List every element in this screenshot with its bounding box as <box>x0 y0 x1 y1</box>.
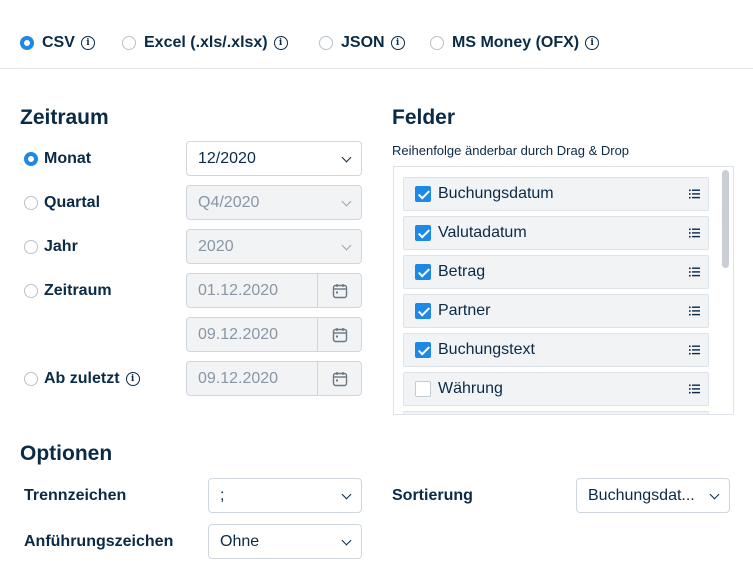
zeitraum-option-quartal[interactable]: Quartal <box>24 194 100 212</box>
calendar-icon[interactable] <box>317 274 361 307</box>
info-icon[interactable]: i <box>585 36 600 50</box>
quartal-select[interactable]: Q4/2020 <box>186 185 362 220</box>
zeitraum-option-ab-zuletzt[interactable]: Ab zuletzt i <box>24 370 140 388</box>
field-item-betrag[interactable]: Betrag <box>403 255 709 289</box>
chevron-down-icon <box>341 152 352 163</box>
select-value: 2020 <box>198 237 234 255</box>
radio-quartal[interactable] <box>24 196 38 210</box>
field-label: Währung <box>438 380 503 397</box>
checkbox[interactable] <box>415 342 431 358</box>
radio-excel[interactable] <box>122 36 136 50</box>
option-label: Ab zuletzt <box>44 370 120 387</box>
chevron-down-icon <box>341 196 352 207</box>
format-option-csv[interactable]: CSV i <box>20 34 95 52</box>
drag-handle-icon[interactable] <box>689 189 700 199</box>
felder-scrollbar[interactable] <box>722 170 729 268</box>
field-item-partial[interactable] <box>403 411 709 414</box>
select-value: Ohne <box>220 532 260 550</box>
format-option-ofx[interactable]: MS Money (OFX) i <box>430 34 600 52</box>
format-option-excel[interactable]: Excel (.xls/.xlsx) i <box>122 34 288 52</box>
checkbox[interactable] <box>415 186 431 202</box>
format-selector: CSV i Excel (.xls/.xlsx) i JSON i MS Mon… <box>0 0 753 69</box>
trennzeichen-select[interactable]: ; <box>208 478 362 513</box>
zeitraum-option-jahr[interactable]: Jahr <box>24 238 78 256</box>
chevron-down-icon <box>341 535 352 546</box>
zeitraum-to-date[interactable]: 09.12.2020 <box>186 317 362 352</box>
checkbox[interactable] <box>415 303 431 319</box>
radio-jahr[interactable] <box>24 240 38 254</box>
zeitraum-option-monat[interactable]: Monat <box>24 150 91 168</box>
zeitraum-option-zeitraum[interactable]: Zeitraum <box>24 282 112 300</box>
sortierung-label: Sortierung <box>392 487 473 504</box>
monat-select[interactable]: 12/2020 <box>186 141 362 176</box>
radio-ofx[interactable] <box>430 36 444 50</box>
drag-handle-icon[interactable] <box>689 384 700 394</box>
chevron-down-icon <box>341 240 352 251</box>
option-label: Jahr <box>44 238 78 255</box>
field-item-buchungstext[interactable]: Buchungstext <box>403 333 709 367</box>
radio-ab-zuletzt[interactable] <box>24 372 38 386</box>
format-label: CSV <box>42 34 75 51</box>
date-value: 09.12.2020 <box>198 325 279 343</box>
field-label: Buchungstext <box>438 341 535 358</box>
anfuehrungszeichen-select[interactable]: Ohne <box>208 524 362 559</box>
select-value: 12/2020 <box>198 149 256 167</box>
option-label: Quartal <box>44 194 101 211</box>
field-item-buchungsdatum[interactable]: Buchungsdatum <box>403 177 709 211</box>
field-item-waehrung[interactable]: Währung <box>403 372 709 406</box>
field-label: Valutadatum <box>438 224 527 241</box>
zeitraum-heading: Zeitraum <box>20 106 109 129</box>
ab-zuletzt-date[interactable]: 09.12.2020 <box>186 361 362 396</box>
option-label: Zeitraum <box>44 282 112 299</box>
felder-heading: Felder <box>392 106 456 129</box>
checkbox[interactable] <box>415 264 431 280</box>
radio-json[interactable] <box>319 36 333 50</box>
format-label: MS Money (OFX) <box>452 34 580 51</box>
field-item-partner[interactable]: Partner <box>403 294 709 328</box>
field-label: Buchungsdatum <box>438 185 554 202</box>
radio-monat[interactable] <box>24 152 38 166</box>
calendar-icon[interactable] <box>317 362 361 395</box>
felder-subtitle: Reihenfolge änderbar durch Drag & Drop <box>392 143 630 158</box>
sortierung-select[interactable]: Buchungsdat... <box>576 478 730 513</box>
date-value: 01.12.2020 <box>198 281 279 299</box>
jahr-select[interactable]: 2020 <box>186 229 362 264</box>
field-label: Partner <box>438 302 491 319</box>
drag-handle-icon[interactable] <box>689 228 700 238</box>
optionen-heading: Optionen <box>20 442 113 465</box>
chevron-down-icon <box>341 489 352 500</box>
option-label: Monat <box>44 150 92 167</box>
date-value: 09.12.2020 <box>198 369 279 387</box>
info-icon[interactable]: i <box>390 36 405 50</box>
drag-handle-icon[interactable] <box>689 345 700 355</box>
select-value: ; <box>220 486 225 504</box>
checkbox[interactable] <box>415 225 431 241</box>
format-label: Excel (.xls/.xlsx) <box>144 34 268 51</box>
calendar-icon[interactable] <box>317 318 361 351</box>
drag-handle-icon[interactable] <box>689 267 700 277</box>
format-option-json[interactable]: JSON i <box>319 34 405 52</box>
field-item-valutadatum[interactable]: Valutadatum <box>403 216 709 250</box>
chevron-down-icon <box>709 489 720 500</box>
field-label: Betrag <box>438 263 486 280</box>
checkbox[interactable] <box>415 381 431 397</box>
anfuehrungszeichen-label: Anführungszeichen <box>24 533 174 550</box>
felder-list[interactable]: Buchungsdatum Valutadatum Betrag Partner… <box>393 166 734 415</box>
select-value: Buchungsdat... <box>588 486 695 504</box>
trennzeichen-label: Trennzeichen <box>24 487 127 504</box>
radio-csv[interactable] <box>20 36 34 50</box>
format-label: JSON <box>341 34 385 51</box>
info-icon[interactable]: i <box>125 372 140 386</box>
zeitraum-from-date[interactable]: 01.12.2020 <box>186 273 362 308</box>
drag-handle-icon[interactable] <box>689 306 700 316</box>
select-value: Q4/2020 <box>198 193 260 211</box>
radio-zeitraum[interactable] <box>24 284 38 298</box>
info-icon[interactable]: i <box>273 36 288 50</box>
info-icon[interactable]: i <box>80 36 95 50</box>
